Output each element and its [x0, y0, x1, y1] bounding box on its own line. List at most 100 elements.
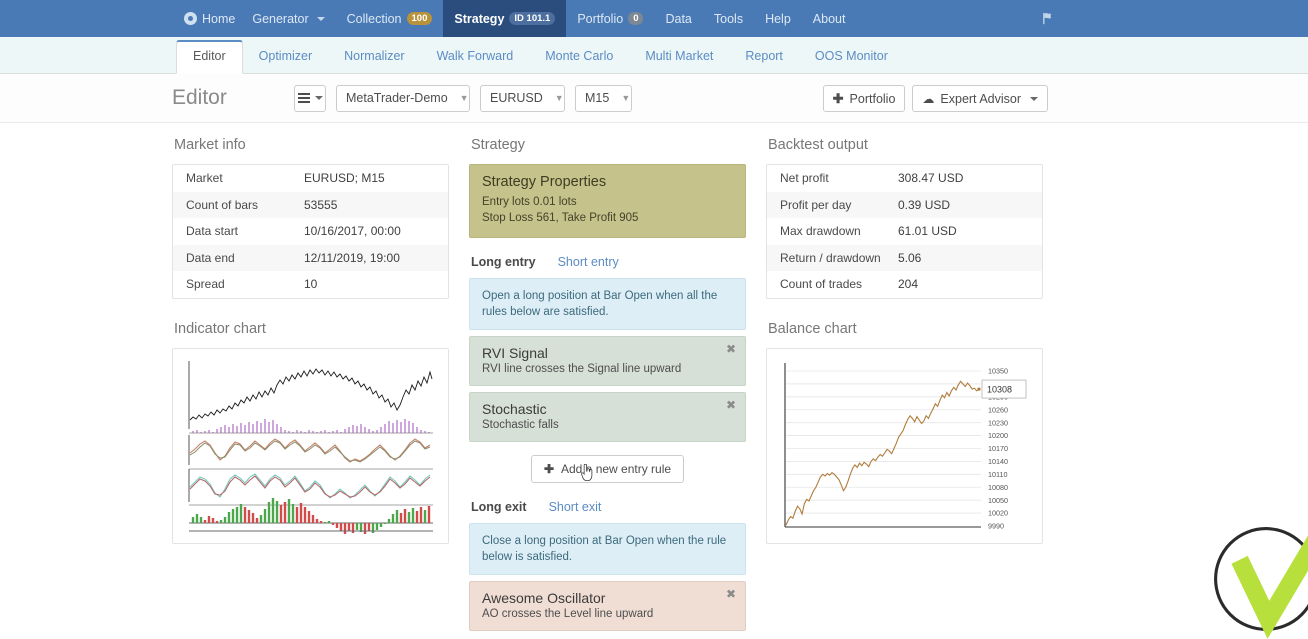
- nav-item-tools[interactable]: Tools: [703, 0, 754, 37]
- row-value: 5.06: [898, 251, 921, 265]
- close-icon[interactable]: ✖: [726, 343, 736, 355]
- left-column: Market info Market EURUSD; M15 Count of …: [172, 137, 449, 631]
- nav-item-label: Strategy: [454, 12, 504, 26]
- table-row: Profit per day 0.39 USD: [767, 192, 1042, 219]
- strategy-properties-entry-lots: Entry lots 0.01 lots: [482, 194, 733, 210]
- svg-text:10110: 10110: [988, 469, 1007, 478]
- nav-item-portfolio[interactable]: Portfolio 0: [566, 0, 654, 37]
- section-tabs: Editor Optimizer Normalizer Walk Forward…: [0, 37, 1308, 74]
- nav-item-label: Tools: [714, 12, 743, 26]
- cloud-icon: ☁: [922, 92, 934, 106]
- add-entry-rule-button[interactable]: ✚ Add a new entry rule: [531, 455, 684, 483]
- table-row: Market EURUSD; M15: [173, 165, 448, 192]
- chevron-down-icon: [317, 17, 325, 21]
- portfolio-button-label: Portfolio: [850, 92, 896, 106]
- nav-item-about[interactable]: About: [802, 0, 857, 37]
- check-circle-logo-icon: [1206, 519, 1308, 639]
- table-row: Data start 10/16/2017, 00:00: [173, 218, 448, 245]
- row-value: 53555: [304, 198, 337, 212]
- tab-long-exit[interactable]: Long exit: [471, 500, 527, 514]
- nav-item-data[interactable]: Data: [654, 0, 702, 37]
- timeframe-select-value: M15: [585, 91, 609, 105]
- tab-multi-market[interactable]: Multi Market: [629, 40, 729, 73]
- tab-optimizer[interactable]: Optimizer: [243, 40, 328, 73]
- row-value: EURUSD; M15: [304, 171, 385, 185]
- tab-oos-monitor[interactable]: OOS Monitor: [799, 40, 904, 73]
- strategy-properties-sl-tp: Stop Loss 561, Take Profit 905: [482, 210, 733, 226]
- row-value: 308.47 USD: [898, 171, 963, 185]
- row-key: Return / drawdown: [780, 251, 898, 265]
- tab-short-entry[interactable]: Short entry: [558, 255, 619, 269]
- menu-button[interactable]: [294, 85, 326, 112]
- entry-direction-tabs: Long entry Short entry: [471, 255, 746, 269]
- table-row: Spread 10: [173, 271, 448, 298]
- row-key: Profit per day: [780, 198, 898, 212]
- tab-normalizer[interactable]: Normalizer: [328, 40, 420, 73]
- tab-label: Monte Carlo: [545, 49, 613, 63]
- tab-walk-forward[interactable]: Walk Forward: [421, 40, 530, 73]
- tab-monte-carlo[interactable]: Monte Carlo: [529, 40, 629, 73]
- strategy-column: Strategy Strategy Properties Entry lots …: [469, 137, 746, 631]
- market-info-panel: Market EURUSD; M15 Count of bars 53555 D…: [172, 164, 449, 299]
- row-value: 0.39 USD: [898, 198, 950, 212]
- nav-item-strategy[interactable]: Strategy ID 101.1: [443, 0, 566, 37]
- tab-label: Editor: [193, 49, 226, 63]
- tab-editor[interactable]: Editor: [176, 40, 243, 74]
- hamburger-icon: [298, 93, 310, 103]
- portfolio-button[interactable]: ✚ Portfolio: [823, 85, 906, 112]
- close-icon[interactable]: ✖: [726, 399, 736, 411]
- entry-rule-card[interactable]: ✖ Stochastic Stochastic falls: [469, 392, 746, 442]
- indicator-chart[interactable]: [172, 348, 449, 544]
- svg-text:10020: 10020: [988, 508, 1008, 517]
- table-row: Data end 12/11/2019, 19:00: [173, 245, 448, 272]
- rule-title: Awesome Oscillator: [482, 590, 733, 606]
- row-key: Max drawdown: [780, 224, 898, 238]
- nav-item-generator[interactable]: Generator: [241, 0, 335, 37]
- expert-advisor-button[interactable]: ☁ Expert Advisor: [912, 85, 1048, 112]
- close-icon[interactable]: ✖: [726, 588, 736, 600]
- balance-chart[interactable]: 1035010320102901026010230102001017010140…: [766, 348, 1043, 544]
- editor-toolbar: Editor MetaTrader-Demo ▼ EURUSD ▼ M15 ▼ …: [0, 74, 1308, 123]
- nav-item-label: Home: [202, 12, 235, 26]
- add-entry-rule-label: Add a new entry rule: [561, 462, 671, 476]
- entry-description: Open a long position at Bar Open when al…: [469, 278, 746, 330]
- tab-short-exit[interactable]: Short exit: [549, 500, 602, 514]
- account-select[interactable]: MetaTrader-Demo ▼: [336, 85, 470, 112]
- tab-report[interactable]: Report: [729, 40, 799, 73]
- table-row: Max drawdown 61.01 USD: [767, 218, 1042, 245]
- svg-text:10080: 10080: [988, 482, 1008, 491]
- strategy-properties-card[interactable]: Strategy Properties Entry lots 0.01 lots…: [469, 164, 746, 238]
- chevron-down-icon: [1030, 97, 1038, 101]
- rule-description: AO crosses the Level line upward: [482, 608, 733, 620]
- row-value: 61.01 USD: [898, 224, 957, 238]
- table-row: Count of trades 204: [767, 271, 1042, 298]
- row-key: Data start: [186, 224, 304, 238]
- row-key: Net profit: [780, 171, 898, 185]
- row-key: Market: [186, 171, 304, 185]
- row-key: Spread: [186, 277, 304, 291]
- exit-direction-tabs: Long exit Short exit: [471, 500, 746, 514]
- rule-title: Stochastic: [482, 401, 733, 417]
- indicator-chart-svg: [181, 357, 440, 535]
- balance-chart-title: Balance chart: [766, 321, 1043, 337]
- flag-icon[interactable]: [1041, 11, 1056, 26]
- timeframe-select[interactable]: M15 ▼: [575, 85, 632, 112]
- chevron-down-icon: ▼: [555, 93, 564, 103]
- nav-item-label: Collection: [347, 12, 402, 26]
- exit-rule-card[interactable]: ✖ Awesome Oscillator AO crosses the Leve…: [469, 581, 746, 631]
- svg-text:10170: 10170: [988, 444, 1008, 453]
- symbol-select[interactable]: EURUSD ▼: [480, 85, 565, 112]
- strategy-title: Strategy: [469, 137, 746, 153]
- nav-item-home[interactable]: Home: [176, 0, 241, 37]
- nav-item-collection[interactable]: Collection 100: [336, 0, 444, 37]
- tab-long-entry[interactable]: Long entry: [471, 255, 536, 269]
- svg-text:10050: 10050: [988, 495, 1008, 504]
- exit-description: Close a long position at Bar Open when t…: [469, 523, 746, 575]
- nav-item-help[interactable]: Help: [754, 0, 802, 37]
- svg-text:10308: 10308: [987, 384, 1012, 394]
- entry-rule-card[interactable]: ✖ RVI Signal RVI line crosses the Signal…: [469, 336, 746, 386]
- expert-advisor-button-label: Expert Advisor: [940, 92, 1021, 106]
- portfolio-count-badge: 0: [628, 12, 643, 26]
- tab-label: OOS Monitor: [815, 49, 888, 63]
- indicator-chart-title: Indicator chart: [172, 321, 449, 337]
